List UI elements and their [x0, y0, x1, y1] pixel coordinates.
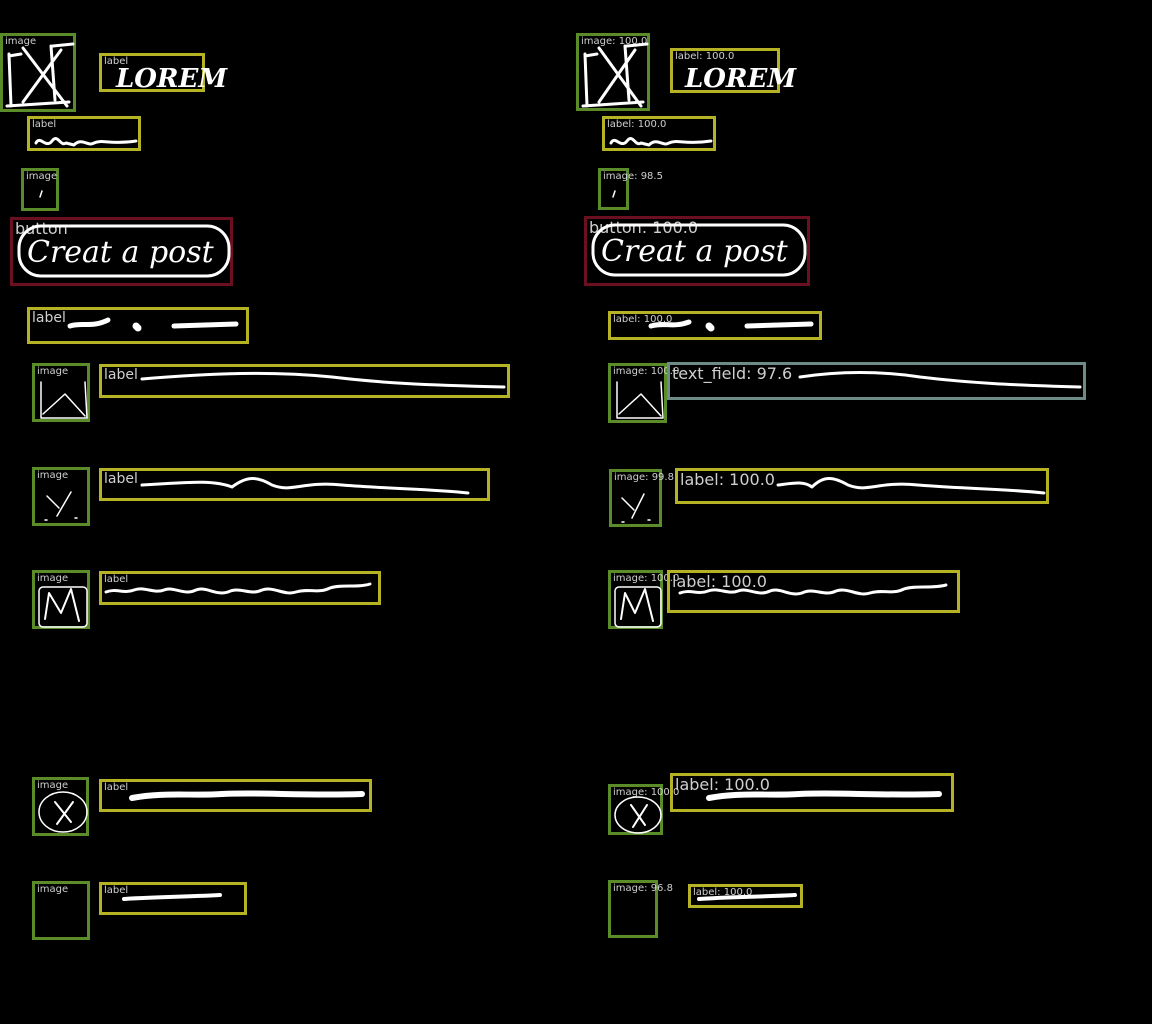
sketch-image-icon	[621, 493, 651, 523]
sketch-image-icon	[5, 42, 75, 108]
box-tag: image: 96.8	[613, 883, 673, 894]
button-sketch: Creat a post	[591, 223, 807, 277]
logo-text-sketch: LOREM	[115, 64, 228, 94]
scribble	[104, 582, 372, 595]
sketch-image-icon	[616, 381, 664, 419]
annotation-panel-right: image: 100.0 label: 100.0 LOREM label: 1…	[576, 0, 1152, 1024]
svg-text:Creat a post: Creat a post	[27, 235, 215, 270]
dots-label-box: label: 100.0	[608, 311, 822, 340]
row-5-label-box: label	[99, 882, 247, 915]
svg-text:Creat a post: Creat a post	[601, 234, 789, 269]
svg-text:LOREM: LOREM	[115, 64, 228, 94]
subtitle-label-box: label: 100.0	[602, 116, 716, 151]
scribble	[609, 137, 713, 147]
row-3-image-box: image: 100.0	[608, 570, 679, 629]
button-sketch: Creat a post	[17, 224, 231, 278]
scribble	[140, 371, 506, 389]
sketch-image-icon	[38, 791, 88, 833]
row-5-image-box: image	[32, 881, 90, 940]
row-4-image-box: image	[32, 777, 89, 836]
row-2-label-box: label: 100.0	[675, 468, 1049, 504]
row-4-label-box: label	[99, 779, 372, 812]
row-3-label-box: label	[99, 571, 381, 605]
svg-text:LOREM: LOREM	[684, 64, 797, 94]
scribble	[34, 137, 138, 147]
scribble	[67, 317, 239, 332]
sketch-image-icon	[44, 491, 78, 521]
row-1-label-box: label	[99, 364, 510, 398]
logo-label-box: label LOREM	[99, 53, 228, 94]
scribble	[798, 371, 1082, 389]
scribble	[697, 893, 797, 901]
row-5-label-box: label: 100.0	[688, 884, 803, 908]
row-3-image-box: image	[32, 570, 90, 629]
row-1-image-box: image	[32, 363, 90, 422]
row-4-image-box: image: 100.0	[608, 784, 679, 835]
sketch-image-icon	[38, 586, 88, 628]
sketch-image-icon	[612, 190, 616, 198]
row-1-text-field-box[interactable]: text_field: 97.6	[667, 362, 1086, 400]
scribble	[648, 319, 814, 332]
create-post-button-box[interactable]: button Creat a post	[10, 217, 233, 286]
scribble	[678, 583, 948, 596]
sketch-image-icon	[39, 190, 43, 198]
sketch-image-icon	[581, 42, 649, 108]
sketch-image-icon	[614, 796, 662, 834]
logo-label-box: label: 100.0 LOREM	[670, 48, 797, 94]
logo-text-sketch: LOREM	[684, 64, 797, 94]
row-3-label-box: label: 100.0	[667, 570, 960, 613]
scribble	[140, 477, 470, 495]
row-1-image-box: image: 100.0	[608, 363, 679, 423]
box-tag: image	[37, 884, 69, 895]
subtitle-label-box: label	[27, 116, 141, 151]
row-2-image-box: image: 99.8	[609, 469, 674, 527]
scribble	[129, 790, 365, 801]
scribble	[776, 477, 1046, 495]
dots-label-box: label	[27, 307, 249, 344]
scribble	[706, 790, 942, 801]
header-image-box: image	[0, 33, 76, 112]
small-image-box: image	[21, 168, 59, 211]
create-post-button-box[interactable]: button: 100.0 Creat a post	[584, 216, 810, 286]
scribble	[122, 893, 222, 901]
row-2-label-box: label	[99, 468, 490, 501]
sketch-image-icon	[40, 381, 88, 419]
annotation-panel-left: image label LOREM label image button Cre…	[0, 0, 576, 1024]
row-4-label-box: label: 100.0	[670, 773, 954, 812]
sketch-image-icon	[614, 586, 662, 628]
small-image-box: image: 98.5	[598, 168, 663, 210]
header-image-box: image: 100.0	[576, 33, 650, 111]
row-5-image-box: image: 96.8	[608, 880, 673, 938]
row-2-image-box: image	[32, 467, 90, 526]
